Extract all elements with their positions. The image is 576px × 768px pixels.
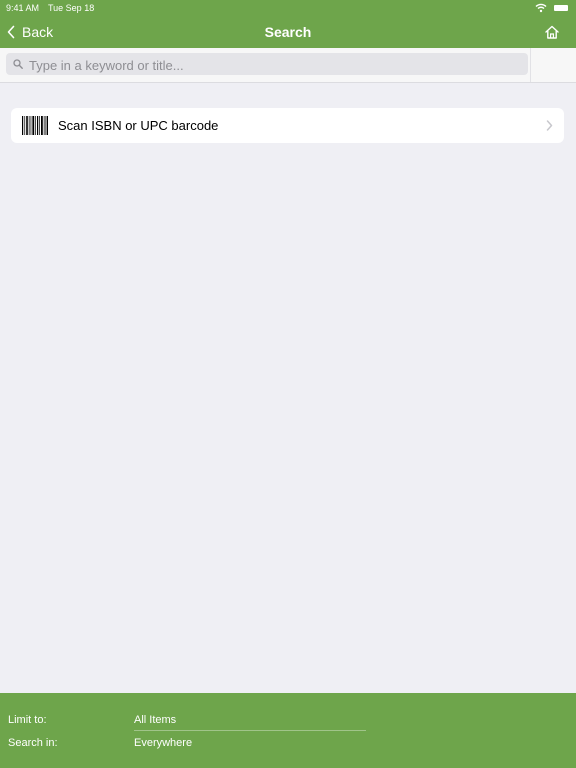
filter-divider <box>134 730 366 731</box>
chevron-right-icon <box>546 120 553 131</box>
search-bar <box>0 48 576 83</box>
search-in-value: Everywhere <box>134 737 193 749</box>
nav-bar: Search Back <box>0 16 576 48</box>
back-label: Back <box>22 24 54 40</box>
status-time: 9:41 AM <box>6 3 40 13</box>
search-field[interactable] <box>6 53 528 77</box>
top-bar: 9:41 AM Tue Sep 18 Search Back <box>0 0 576 48</box>
search-in-row[interactable]: Search in: Everywhere <box>0 732 576 754</box>
scan-barcode-cell[interactable]: Scan ISBN or UPC barcode <box>11 108 564 143</box>
bottom-filter-bar: Limit to: All Items Search in: Everywher… <box>0 693 576 768</box>
home-icon <box>545 25 559 39</box>
barcode-icon <box>22 116 48 135</box>
scan-barcode-label: Scan ISBN or UPC barcode <box>58 118 219 133</box>
battery-icon <box>554 5 568 11</box>
back-button[interactable]: Back <box>6 22 53 42</box>
search-input[interactable] <box>27 53 526 77</box>
home-button[interactable] <box>542 22 562 42</box>
limit-to-label: Limit to: <box>8 714 47 726</box>
limit-to-value: All Items <box>134 714 177 726</box>
chevron-left-icon <box>7 25 15 39</box>
search-icon <box>13 59 23 69</box>
status-date: Tue Sep 18 <box>48 3 95 13</box>
search-in-label: Search in: <box>8 737 58 749</box>
search-bar-divider <box>530 48 531 82</box>
status-bar: 9:41 AM Tue Sep 18 <box>0 0 576 16</box>
page-title: Search <box>264 24 312 40</box>
limit-to-row[interactable]: Limit to: All Items <box>0 709 576 731</box>
wifi-icon <box>535 3 547 13</box>
